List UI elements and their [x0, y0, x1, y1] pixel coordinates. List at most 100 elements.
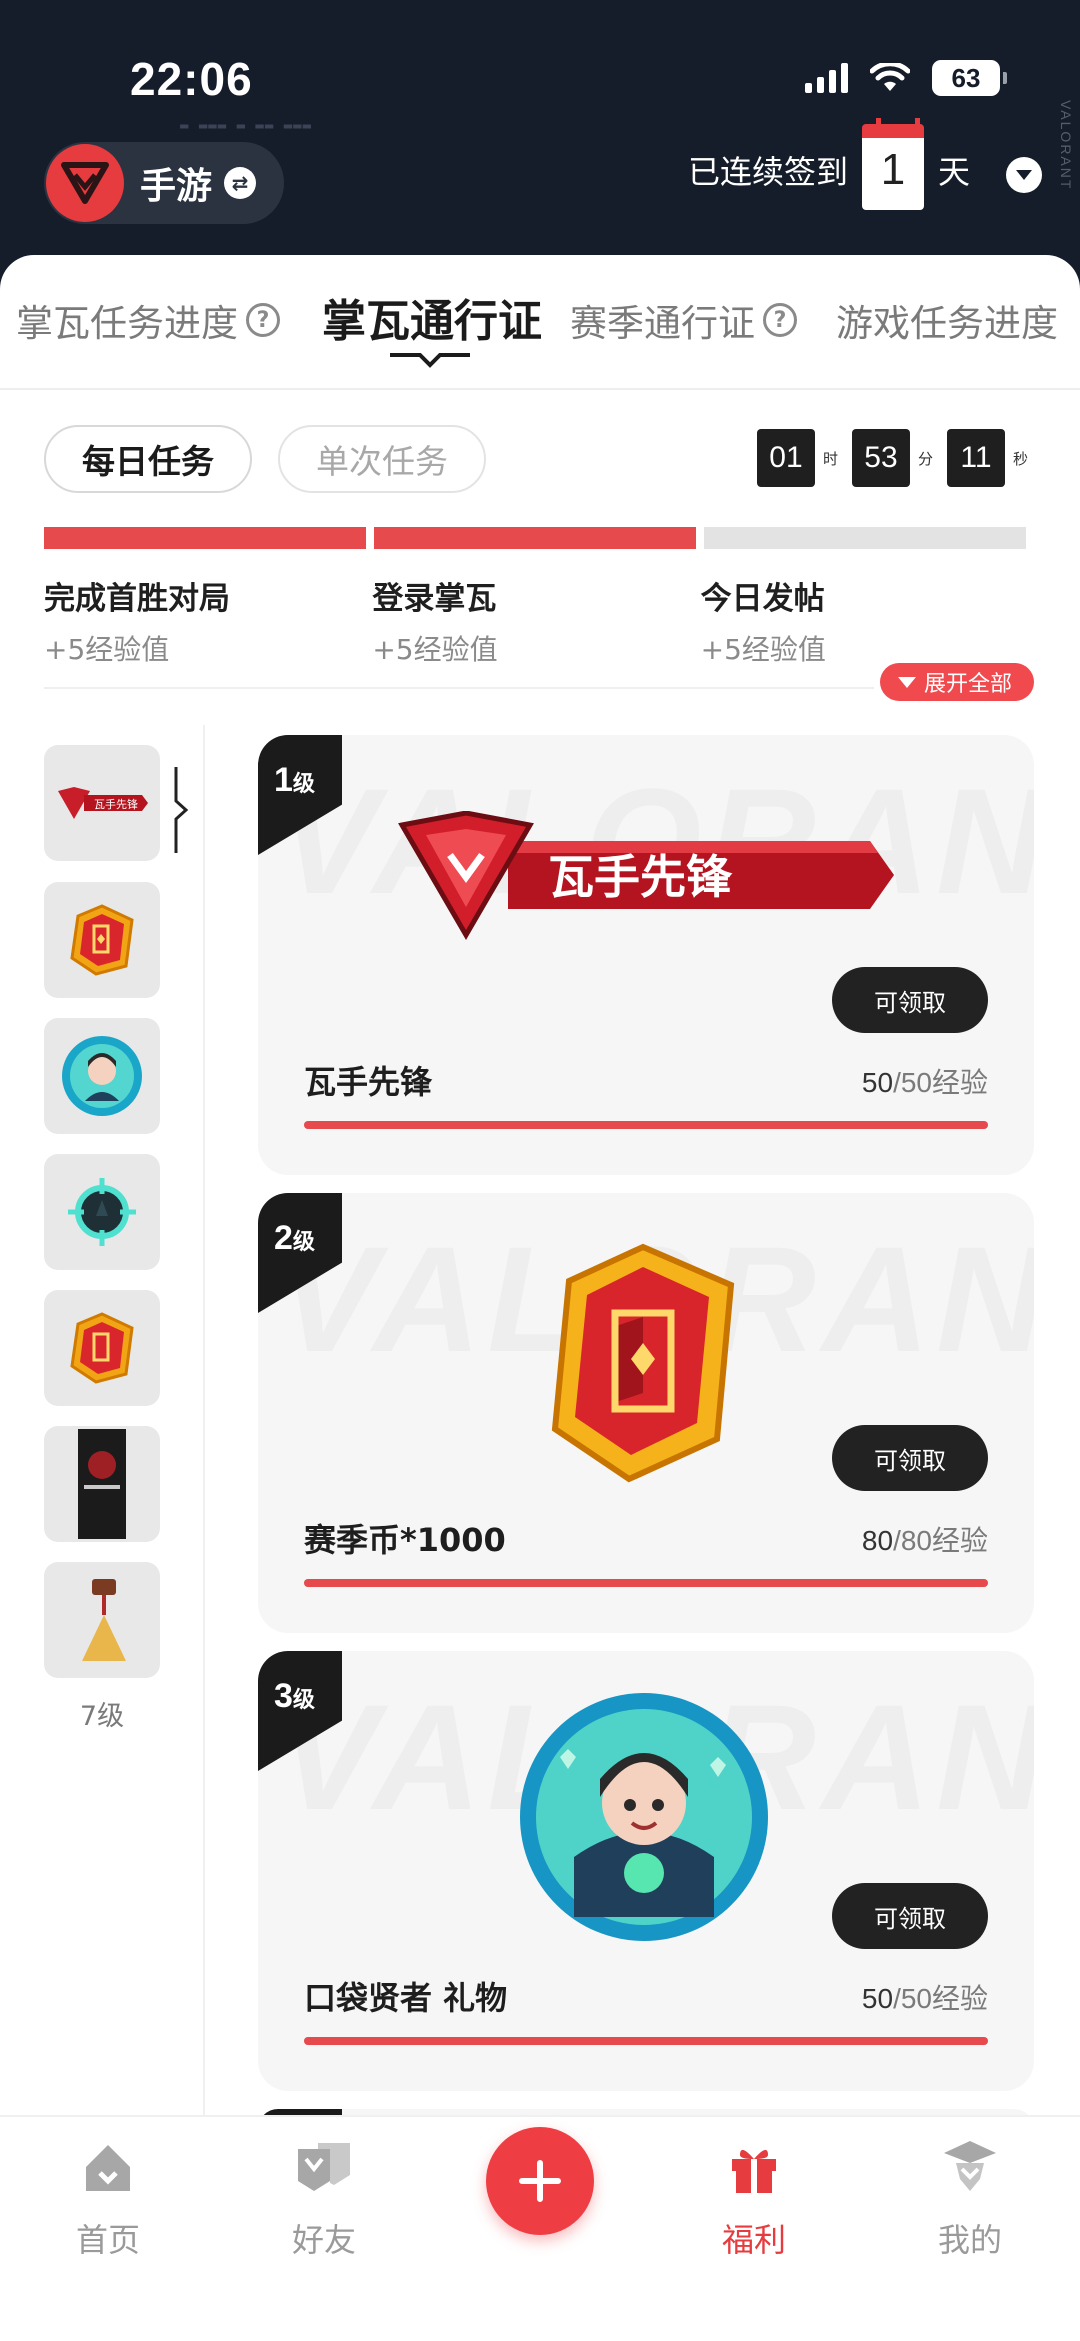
task-reward: +5经验值: [700, 633, 826, 666]
main-sheet: 掌瓦任务进度 ? 掌瓦通行证 赛季通行证 ? 游戏任务进度 每日任务 单次任务 …: [0, 255, 1080, 2115]
svg-text:瓦手先锋: 瓦手先锋: [548, 850, 733, 904]
daily-task-list: 完成首胜对局 +5经验值 登录掌瓦 +5经验值 今日发帖 +5经验值: [44, 527, 1029, 668]
countdown-hours: 01: [756, 429, 815, 487]
header-decoration: ▬ ▬▬▬ ▬ ▬▬ ▬▬▬: [180, 118, 313, 134]
sage-gift-icon: [62, 1036, 142, 1116]
task-progress-bar: [44, 527, 366, 549]
game-switcher[interactable]: 手游 ⇄: [44, 142, 284, 224]
reward-exp: 50/50经验: [861, 1067, 988, 1098]
reset-countdown: 01 时 53 分 11 秒: [756, 429, 1028, 487]
countdown-minutes: 53: [851, 429, 910, 487]
plus-icon: [519, 2160, 561, 2202]
subtab-daily[interactable]: 每日任务: [44, 425, 252, 493]
tab-zhangwa-pass[interactable]: 掌瓦通行证: [322, 285, 542, 349]
swap-icon: ⇄: [224, 167, 257, 199]
crosshair-icon: [68, 1178, 136, 1246]
claim-button[interactable]: 可领取: [832, 1883, 988, 1949]
rail-thumb: [44, 1018, 160, 1134]
season-coin-icon: [551, 1243, 735, 1483]
task-progress-bar: [704, 527, 1026, 549]
tab-label: 掌瓦任务进度: [16, 302, 238, 345]
app-header: ▬ ▬▬▬ ▬ ▬▬ ▬▬▬ 22:06 63 手游 ⇄ 已连续签到 1 天 V…: [0, 0, 1080, 260]
checkin-days: 1: [880, 145, 906, 194]
rail-thumb: [44, 1562, 160, 1678]
current-level-bracket-icon: [174, 767, 189, 853]
checkin-streak: 已连续签到 1 天: [687, 118, 970, 210]
valorant-logo-icon: [46, 144, 124, 222]
profile-icon: [944, 2141, 996, 2191]
claim-button[interactable]: 可领取: [832, 967, 988, 1033]
gift-icon: [732, 2149, 776, 2193]
countdown-seconds: 11: [946, 429, 1005, 487]
tab-label: 赛季通行证: [570, 302, 755, 345]
rail-thumb: [44, 1290, 160, 1406]
help-icon[interactable]: ?: [763, 303, 797, 337]
task-name: 完成首胜对局: [44, 581, 230, 617]
tab-bar: 掌瓦任务进度 ? 掌瓦通行证 赛季通行证 ? 游戏任务进度: [0, 255, 1080, 390]
calendar-icon: 1: [861, 118, 924, 210]
daily-task: 今日发帖 +5经验值: [701, 573, 1029, 668]
claim-button[interactable]: 可领取: [832, 1425, 988, 1491]
svg-text:瓦手先锋: 瓦手先锋: [94, 797, 138, 811]
help-icon[interactable]: ?: [246, 303, 280, 337]
rail-label: 7级: [79, 1701, 125, 1732]
home-icon: [86, 2145, 130, 2191]
tab-season-pass[interactable]: 赛季通行证 ?: [570, 293, 797, 347]
create-post-button[interactable]: [486, 2127, 594, 2235]
nav-welfare[interactable]: 福利: [684, 2137, 824, 2261]
level-rail: 瓦手先锋 1级 2级: [0, 725, 205, 2115]
tab-label: 游戏任务进度: [836, 302, 1058, 345]
checkin-prefix: 已连续签到: [687, 153, 848, 191]
expand-all-button[interactable]: 展开全部: [879, 663, 1034, 701]
rail-thumb: [44, 1154, 160, 1270]
side-brand: VALORANT: [1058, 100, 1074, 191]
divider: [44, 687, 874, 689]
checkin-suffix: 天: [937, 153, 970, 191]
expand-all-label: 展开全部: [923, 672, 1012, 697]
countdown-unit: 分: [917, 449, 933, 468]
nav-home[interactable]: 首页: [38, 2137, 178, 2261]
rail-thumb: [44, 1426, 160, 1542]
reward-exp: 50/50经验: [861, 1983, 988, 2014]
spray-card-icon: [78, 1429, 126, 1539]
rail-thumb: 瓦手先锋: [44, 745, 160, 861]
nav-label: 福利: [721, 2221, 786, 2259]
task-reward: +5经验值: [372, 633, 498, 666]
tab-zhangwa-tasks[interactable]: 掌瓦任务进度 ?: [16, 293, 280, 347]
signal-icon: [805, 63, 848, 93]
tab-active-indicator: [390, 353, 470, 368]
task-name: 今日发帖: [700, 581, 825, 617]
daily-task: 完成首胜对局 +5经验值: [44, 573, 372, 668]
season-coin-icon: [70, 904, 134, 976]
countdown-unit: 时: [822, 449, 838, 468]
gun-buddy-icon: [82, 1579, 126, 1661]
reward-name: 赛季币*1000: [304, 1521, 506, 1559]
sage-gift-icon: [520, 1693, 768, 1941]
status-icons: 63: [805, 60, 1007, 96]
reward-name: 瓦手先锋: [304, 1063, 433, 1101]
bottom-nav: 首页 好友 福利 我的: [0, 2115, 1080, 2341]
reward-exp: 80/80经验: [861, 1525, 988, 1556]
battery-icon: 63: [932, 60, 1007, 96]
task-progress-bars: [44, 527, 1029, 549]
status-time: 22:06: [130, 53, 253, 105]
caret-down-icon: [897, 676, 916, 688]
reward-progress-bar: [304, 2037, 988, 2045]
reward-card-level-1: VALORANT 1级 瓦手先锋 可领取 瓦手先锋 50/50经验: [258, 735, 1034, 1175]
nav-label: 我的: [937, 2221, 1002, 2259]
countdown-unit: 秒: [1012, 449, 1028, 468]
game-switcher-label: 手游: [140, 166, 213, 207]
season-coin-icon: [70, 1312, 134, 1384]
reward-name: 口袋贤者 礼物: [304, 1979, 508, 2017]
reward-progress-bar: [304, 1121, 988, 1129]
chevron-down-icon[interactable]: [1006, 157, 1042, 193]
daily-task: 登录掌瓦 +5经验值: [372, 573, 700, 668]
nav-friends[interactable]: 好友: [254, 2137, 394, 2261]
subtab-once[interactable]: 单次任务: [278, 425, 486, 493]
friends-icon: [298, 2143, 350, 2191]
tab-game-tasks[interactable]: 游戏任务进度: [836, 293, 1058, 347]
nav-profile[interactable]: 我的: [900, 2137, 1040, 2261]
wifi-icon: [870, 63, 910, 91]
rail-item-level-7[interactable]: 7级: [44, 1562, 160, 1733]
reward-card-level-2: VALORANT 2级 可领取 赛季币*1000 80/80经验: [258, 1193, 1034, 1633]
